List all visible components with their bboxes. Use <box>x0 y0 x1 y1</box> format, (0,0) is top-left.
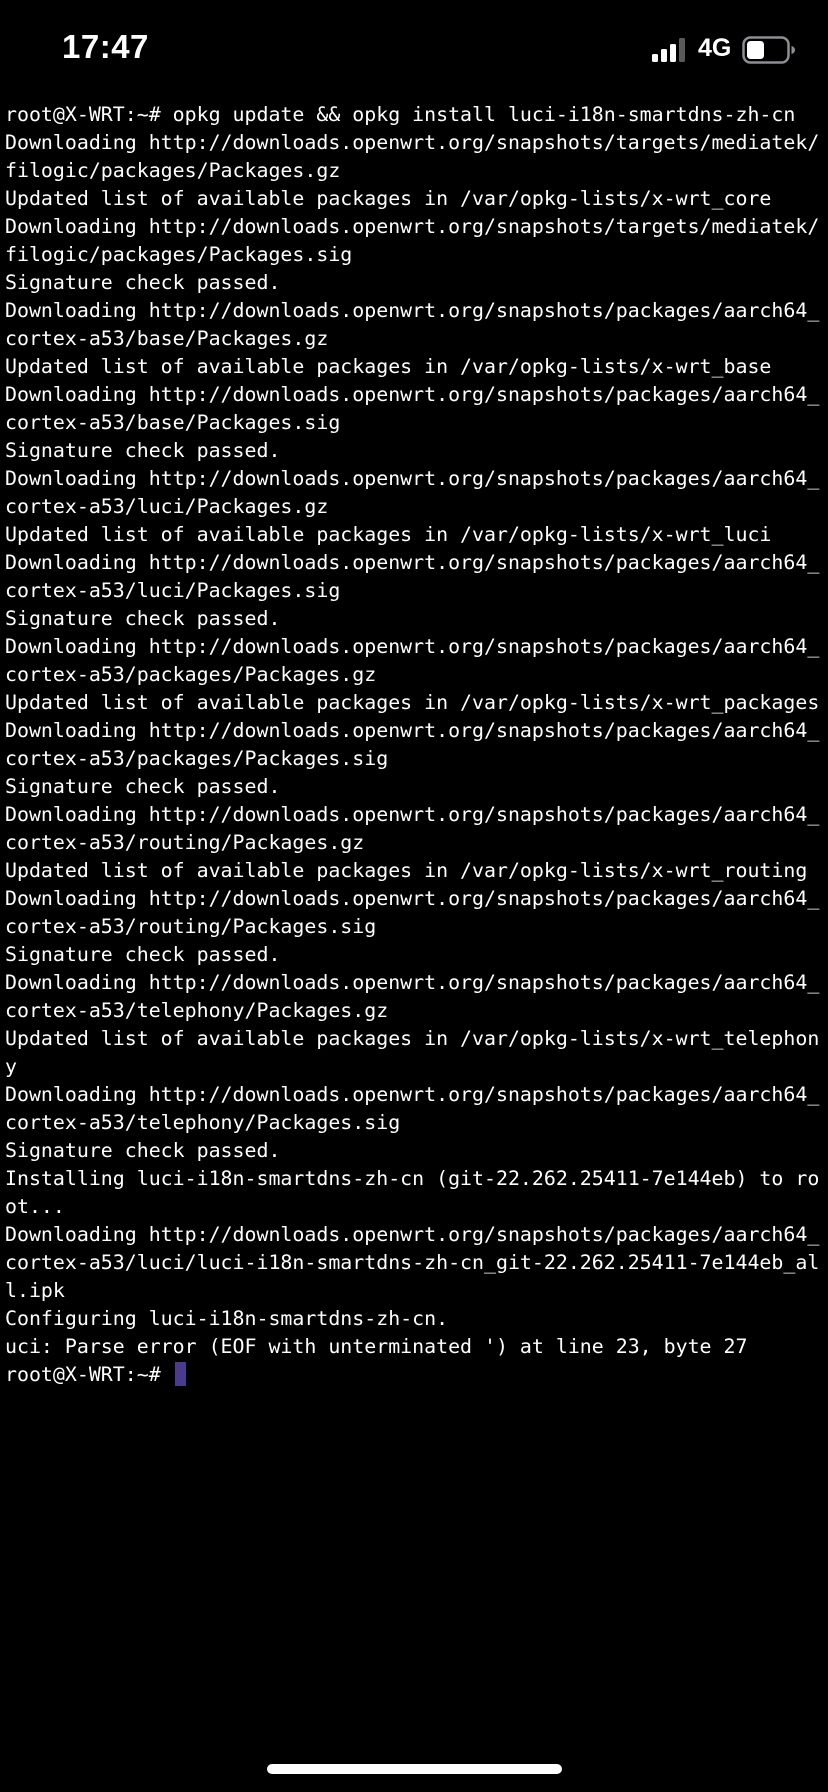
terminal-line: Downloading http://downloads.openwrt.org… <box>5 131 820 154</box>
terminal-line: l.ipk <box>5 1279 65 1302</box>
terminal-output[interactable]: root@X-WRT:~# opkg update && opkg instal… <box>5 101 823 1389</box>
network-type: 4G <box>698 34 732 62</box>
terminal-line: ot... <box>5 1195 65 1218</box>
terminal-line: Signature check passed. <box>5 1139 281 1162</box>
terminal-line: cortex-a53/base/Packages.sig <box>5 411 341 434</box>
terminal-line: root@X-WRT:~# opkg update && opkg instal… <box>5 103 796 126</box>
terminal-line: cortex-a53/telephony/Packages.sig <box>5 1111 401 1134</box>
terminal-line: y <box>5 1055 17 1078</box>
terminal-line: uci: Parse error (EOF with unterminated … <box>5 1335 748 1358</box>
terminal-line: cortex-a53/telephony/Packages.gz <box>5 999 389 1022</box>
terminal-prompt-line[interactable]: root@X-WRT:~# <box>5 1361 823 1389</box>
terminal-line: cortex-a53/luci/luci-i18n-smartdns-zh-cn… <box>5 1251 820 1274</box>
terminal-line: cortex-a53/luci/Packages.gz <box>5 495 329 518</box>
terminal-line: Downloading http://downloads.openwrt.org… <box>5 215 820 238</box>
terminal-line: Updated list of available packages in /v… <box>5 859 808 882</box>
terminal-line: Downloading http://downloads.openwrt.org… <box>5 299 820 322</box>
terminal-line: Updated list of available packages in /v… <box>5 1027 820 1050</box>
home-indicator[interactable] <box>267 1764 562 1774</box>
terminal-line: Downloading http://downloads.openwrt.org… <box>5 635 820 658</box>
terminal-line: Downloading http://downloads.openwrt.org… <box>5 971 820 994</box>
terminal-line: cortex-a53/packages/Packages.sig <box>5 747 389 770</box>
terminal-line: Updated list of available packages in /v… <box>5 187 772 210</box>
cellular-signal-icon <box>652 38 685 62</box>
shell-prompt: root@X-WRT:~# <box>5 1363 173 1386</box>
terminal-line: cortex-a53/packages/Packages.gz <box>5 663 377 686</box>
terminal-line: cortex-a53/luci/Packages.sig <box>5 579 341 602</box>
terminal-line: Downloading http://downloads.openwrt.org… <box>5 887 820 910</box>
terminal-line: Downloading http://downloads.openwrt.org… <box>5 467 820 490</box>
terminal-line: Downloading http://downloads.openwrt.org… <box>5 1223 820 1246</box>
terminal-line: Downloading http://downloads.openwrt.org… <box>5 719 820 742</box>
status-bar: 17:47 4G <box>0 0 828 100</box>
terminal-line: filogic/packages/Packages.sig <box>5 243 353 266</box>
battery-icon <box>742 36 795 64</box>
terminal-line: Updated list of available packages in /v… <box>5 691 820 714</box>
terminal-line: Signature check passed. <box>5 943 281 966</box>
terminal-line: Signature check passed. <box>5 775 281 798</box>
terminal-line: cortex-a53/base/Packages.gz <box>5 327 329 350</box>
terminal-line: Signature check passed. <box>5 439 281 462</box>
terminal-line: Updated list of available packages in /v… <box>5 355 772 378</box>
text-cursor <box>174 1362 186 1386</box>
terminal-line: cortex-a53/routing/Packages.sig <box>5 915 377 938</box>
terminal-line: Updated list of available packages in /v… <box>5 523 772 546</box>
terminal-line: Downloading http://downloads.openwrt.org… <box>5 1083 820 1106</box>
terminal-line: Installing luci-i18n-smartdns-zh-cn (git… <box>5 1167 820 1190</box>
status-time: 17:47 <box>62 28 149 65</box>
terminal-line: Signature check passed. <box>5 271 281 294</box>
terminal-line: Downloading http://downloads.openwrt.org… <box>5 383 820 406</box>
terminal-line: filogic/packages/Packages.gz <box>5 159 341 182</box>
terminal-line: cortex-a53/routing/Packages.gz <box>5 831 365 854</box>
terminal-line: Configuring luci-i18n-smartdns-zh-cn. <box>5 1307 449 1330</box>
terminal-line: Downloading http://downloads.openwrt.org… <box>5 803 820 826</box>
terminal-line: Downloading http://downloads.openwrt.org… <box>5 551 820 574</box>
terminal-line: Signature check passed. <box>5 607 281 630</box>
